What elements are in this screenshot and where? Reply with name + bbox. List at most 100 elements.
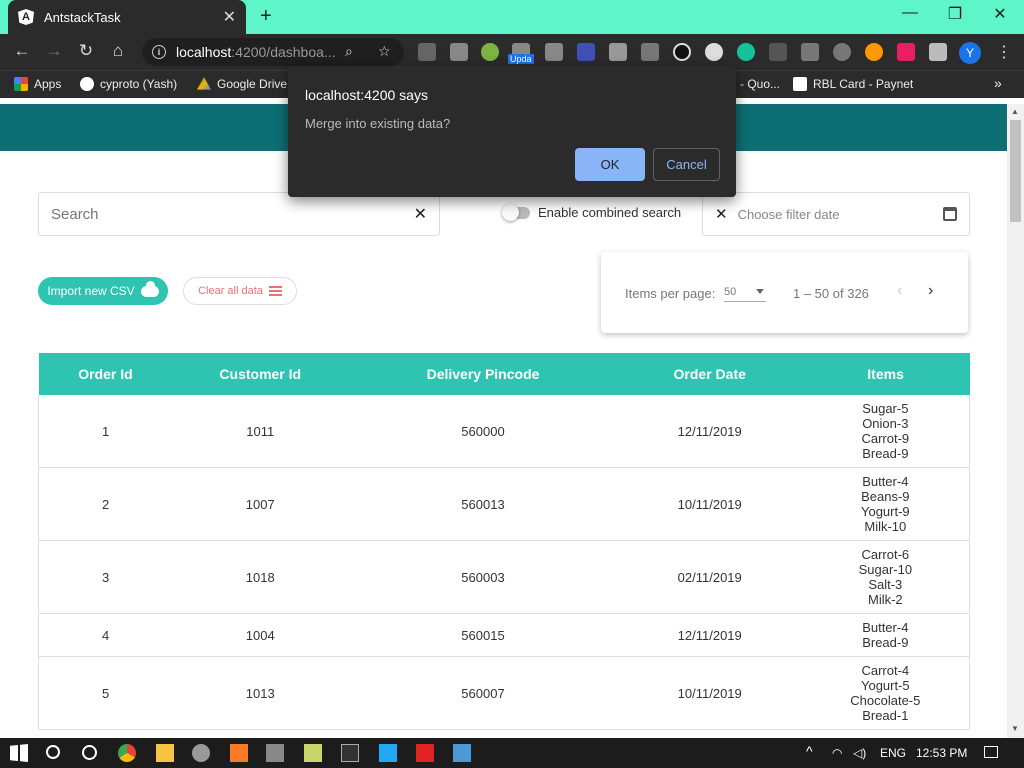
windows-start-icon[interactable] (10, 744, 28, 762)
bookmark-quo[interactable]: - Quo... (740, 77, 780, 91)
xampp-icon[interactable] (230, 744, 248, 762)
close-window-icon[interactable]: ✕ (980, 4, 1020, 24)
bookmark-star-icon[interactable]: ☆ (378, 43, 391, 60)
media-app-icon[interactable] (192, 744, 210, 762)
volume-icon[interactable]: ◁) (853, 746, 866, 760)
clear-date-icon[interactable]: ✕ (715, 205, 728, 223)
extension-icon[interactable] (481, 43, 499, 61)
back-icon[interactable]: ← (10, 41, 34, 61)
search-page-icon[interactable]: ⌕ (345, 43, 353, 60)
crx-extension-icon[interactable] (450, 43, 468, 61)
bookmark-cyproto[interactable]: cyproto (Yash) (80, 77, 177, 91)
image-viewer-icon[interactable] (453, 744, 471, 762)
cell-order-date: 12/11/2019 (617, 613, 802, 657)
table-row: 4 1004 560015 12/11/2019 Butter-4 Bread-9 (38, 613, 970, 657)
header-order-id[interactable]: Order Id (38, 353, 173, 395)
item-entry: Beans-9 (861, 489, 910, 504)
cat-extension-icon[interactable] (897, 43, 915, 61)
clock[interactable]: 12:53 PM (916, 746, 967, 760)
search-icon[interactable] (46, 745, 60, 759)
chrome-taskbar-icon[interactable] (118, 744, 136, 762)
browser-tab[interactable]: A AntstackTask ✕ (8, 0, 246, 34)
item-entry: Carrot-4 (861, 663, 910, 678)
notification-center-icon[interactable] (984, 746, 998, 758)
items-per-page-select[interactable]: 50 (724, 286, 766, 302)
item-entry: Sugar-5 (862, 401, 909, 416)
windows-taskbar: ^ ◠ ◁) ENG 12:53 PM (0, 738, 1024, 768)
url-path: :4200/dashboa... (231, 44, 336, 60)
pen-extension-icon[interactable] (769, 43, 787, 61)
search-input[interactable] (51, 205, 414, 223)
item-entry: Yogurt-9 (860, 504, 910, 519)
scroll-up-icon[interactable]: ▲ (1011, 107, 1019, 116)
bookmark-apps[interactable]: Apps (14, 77, 61, 91)
new-tab-icon[interactable]: + (260, 5, 272, 28)
cell-delivery-pincode: 560007 (348, 656, 618, 730)
date-filter-field[interactable]: ✕ Choose filter date (702, 192, 970, 236)
tray-expand-icon[interactable]: ^ (806, 743, 813, 759)
ok-button[interactable]: OK (575, 148, 645, 181)
puzzle-extensions-icon[interactable] (929, 43, 947, 61)
toggle-switch[interactable] (502, 203, 530, 221)
photos-app-icon[interactable] (266, 744, 284, 762)
cortana-icon[interactable] (82, 745, 97, 760)
header-customer-id[interactable]: Customer Id (172, 353, 349, 395)
file-explorer-icon[interactable] (156, 744, 174, 762)
header-items[interactable]: Items (801, 353, 970, 395)
image-extension-icon[interactable] (609, 43, 627, 61)
item-entry: Bread-1 (862, 708, 909, 723)
scrollbar-thumb[interactable] (1010, 120, 1021, 222)
restore-icon[interactable]: ❐ (935, 4, 975, 24)
item-entry: Chocolate-5 (850, 693, 921, 708)
dialog-title: localhost:4200 says (305, 87, 428, 103)
camera-extension-icon[interactable] (545, 43, 563, 61)
item-entry: Bread-9 (862, 446, 909, 461)
header-delivery-pincode[interactable]: Delivery Pincode (348, 353, 618, 395)
orders-table: Order Id Customer Id Delivery Pincode Or… (38, 353, 970, 730)
minimize-icon[interactable]: — (890, 4, 930, 22)
cart-extension-icon[interactable] (418, 43, 436, 61)
bookmark-google-drive[interactable]: Google Drive (197, 77, 287, 91)
extension-icon[interactable] (801, 43, 819, 61)
extension-icon[interactable] (865, 43, 883, 61)
cancel-button[interactable]: Cancel (653, 148, 720, 181)
terminal-icon[interactable] (341, 744, 359, 762)
cell-customer-id: 1007 (172, 467, 349, 541)
bookmark-rbl-card[interactable]: RBL Card - Paynet (793, 77, 913, 91)
extension-icon[interactable] (705, 43, 723, 61)
next-page-icon[interactable]: › (928, 282, 933, 300)
page-scrollbar[interactable]: ▲ ▼ (1007, 104, 1024, 738)
vscode-icon[interactable] (379, 744, 397, 762)
compass-extension-icon[interactable] (673, 43, 691, 61)
language-indicator[interactable]: ENG (880, 746, 906, 760)
header-order-date[interactable]: Order Date (617, 353, 802, 395)
table-row: 1 1011 560000 12/11/2019 Sugar-5 Onion-3 Carro… (38, 395, 970, 468)
address-bar[interactable]: i localhost:4200/dashboa... ⌕ ☆ (142, 38, 404, 66)
extension-icon[interactable] (833, 43, 851, 61)
profile-avatar[interactable]: Y (959, 42, 981, 64)
forward-icon[interactable]: → (42, 41, 66, 61)
menu-kebab-icon[interactable]: ⋮ (996, 42, 1012, 62)
extension-icon[interactable] (641, 43, 659, 61)
notepad-icon[interactable] (304, 744, 322, 762)
wifi-icon[interactable]: ◠ (832, 746, 842, 760)
search-field[interactable]: ✕ (38, 192, 440, 236)
site-info-icon[interactable]: i (152, 45, 166, 59)
home-icon[interactable]: ⌂ (106, 41, 130, 61)
pdf-reader-icon[interactable] (416, 744, 434, 762)
more-bookmarks-icon[interactable]: » (994, 75, 1002, 91)
grammarly-icon[interactable] (737, 43, 755, 61)
clear-search-icon[interactable]: ✕ (414, 204, 427, 224)
clear-all-data-button[interactable]: Clear all data (183, 277, 297, 305)
screen-extension-icon[interactable] (577, 43, 595, 61)
close-tab-icon[interactable]: ✕ (223, 7, 236, 27)
scroll-down-icon[interactable]: ▼ (1011, 724, 1019, 733)
combined-search-toggle[interactable]: Enable combined search (502, 203, 681, 221)
reload-icon[interactable]: ↻ (74, 41, 98, 61)
previous-page-icon[interactable]: ‹ (897, 282, 902, 300)
import-csv-button[interactable]: Import new CSV (38, 277, 168, 305)
item-entry: Milk-2 (867, 592, 903, 607)
browser-toolbar: ← → ↻ ⌂ i localhost:4200/dashboa... ⌕ ☆ … (0, 34, 1024, 70)
url-host: localhost (176, 44, 232, 60)
calendar-icon[interactable] (943, 207, 957, 221)
